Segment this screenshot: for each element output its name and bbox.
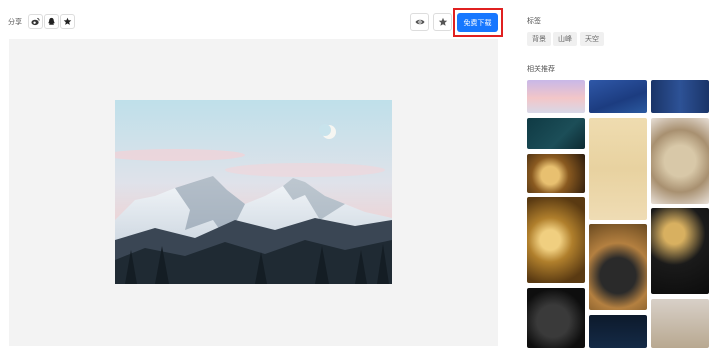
related-image-thumbnail[interactable]	[651, 208, 709, 294]
related-title: 相关推荐	[527, 66, 555, 73]
preview-button[interactable]	[410, 13, 429, 31]
related-image-thumbnail[interactable]	[589, 224, 647, 310]
tag-item[interactable]: 背景	[527, 32, 551, 46]
mountain-landscape-image	[115, 100, 392, 284]
tag-item[interactable]: 山峰	[553, 32, 577, 46]
related-image-thumbnail[interactable]	[651, 118, 709, 204]
favorite-button[interactable]	[433, 13, 452, 31]
related-image-thumbnail[interactable]	[651, 299, 709, 348]
download-highlight-box	[453, 8, 503, 37]
star-icon	[63, 17, 72, 25]
related-image-thumbnail[interactable]	[589, 118, 647, 220]
related-image-thumbnail[interactable]	[589, 315, 647, 348]
related-image-thumbnail[interactable]	[527, 197, 585, 283]
preview-image[interactable]	[115, 100, 392, 284]
weibo-icon	[31, 17, 40, 26]
star-icon	[438, 17, 447, 26]
related-image-thumbnail[interactable]	[527, 154, 585, 193]
related-image-thumbnail[interactable]	[527, 288, 585, 348]
related-image-thumbnail[interactable]	[589, 80, 647, 113]
qq-icon	[48, 17, 55, 25]
tags-title: 标签	[527, 18, 541, 25]
eye-icon	[415, 19, 424, 25]
related-image-thumbnail[interactable]	[651, 80, 709, 113]
related-image-thumbnail[interactable]	[527, 80, 585, 113]
share-favorite-button[interactable]	[60, 14, 75, 29]
share-weibo-button[interactable]	[28, 14, 43, 29]
related-image-thumbnail[interactable]	[527, 118, 585, 149]
tag-item[interactable]: 天空	[580, 32, 604, 46]
share-label: 分享	[8, 19, 22, 26]
share-qq-button[interactable]	[44, 14, 59, 29]
